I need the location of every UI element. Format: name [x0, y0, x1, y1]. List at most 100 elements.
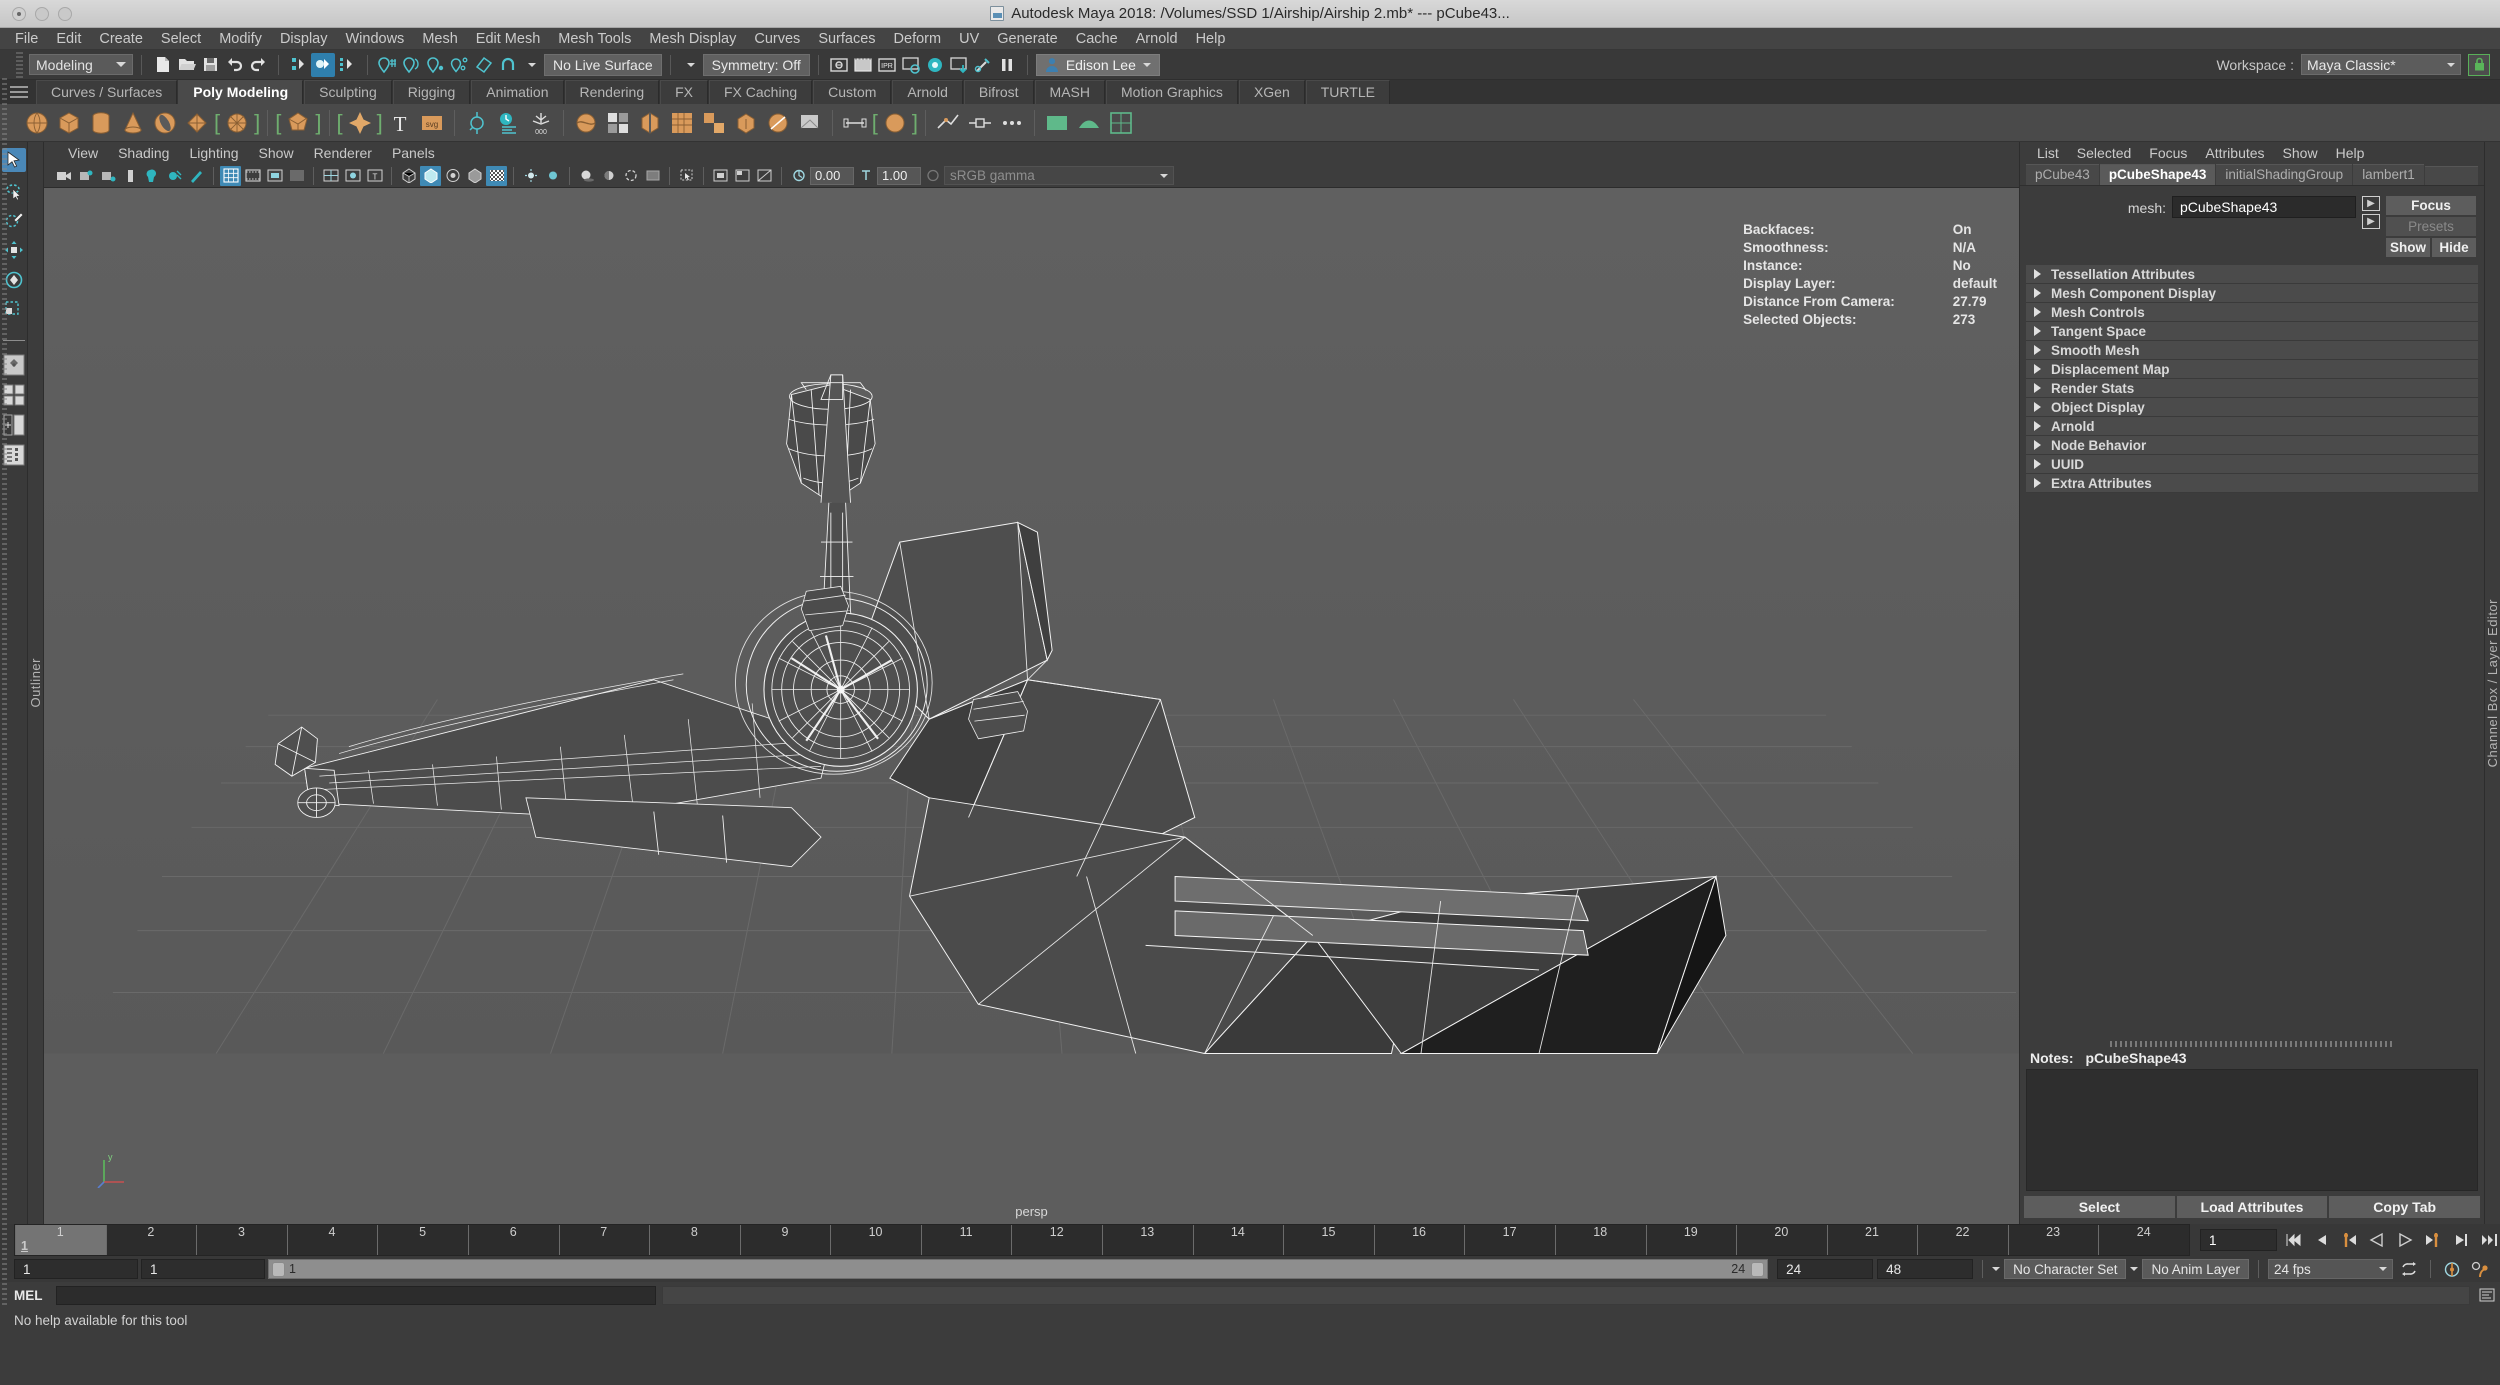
- attribute-section-object-display[interactable]: Object Display: [2026, 398, 2478, 417]
- ae-menu-show[interactable]: Show: [2274, 144, 2327, 162]
- playback-start-field[interactable]: 1: [141, 1259, 265, 1279]
- time-slider[interactable]: 1 1 2 3 4 5 6 7 8 9 10 11 12 13 14 15 16 17 18 19 20 21 22 23 2…: [0, 1224, 2500, 1256]
- playback-controls[interactable]: 1: [2190, 1224, 2500, 1256]
- attribute-section-uuid[interactable]: UUID: [2026, 455, 2478, 474]
- multisample-aa-icon[interactable]: [642, 166, 663, 186]
- shelf-tab-xgen[interactable]: XGen: [1238, 80, 1305, 104]
- step-forward-key-icon[interactable]: [2449, 1229, 2472, 1251]
- ae-copy-tab-button[interactable]: Copy Tab: [2329, 1196, 2481, 1218]
- resolution-gate-icon[interactable]: [264, 166, 285, 186]
- menu-item-select[interactable]: Select: [152, 30, 210, 48]
- current-frame-field[interactable]: 1: [2200, 1229, 2278, 1251]
- measure-tool-icon[interactable]: [840, 108, 870, 138]
- shelf-tab-fx-caching[interactable]: FX Caching: [709, 80, 813, 104]
- select-by-object-icon[interactable]: [311, 52, 335, 77]
- wireframe-shading-icon[interactable]: [398, 166, 419, 186]
- sidebar-tab-channelbox[interactable]: Channel Box / Layer Editor: [2484, 142, 2500, 1224]
- step-back-key-icon[interactable]: [2310, 1229, 2333, 1251]
- gamma-reset-icon[interactable]: [855, 166, 876, 186]
- exposure-reset-icon[interactable]: [788, 166, 809, 186]
- attribute-section-smooth-mesh[interactable]: Smooth Mesh: [2026, 341, 2478, 360]
- uv-layout-icon[interactable]: [1106, 108, 1136, 138]
- menu-item-windows[interactable]: Windows: [336, 30, 413, 48]
- film-gate-icon[interactable]: [242, 166, 263, 186]
- animation-preferences-icon[interactable]: [2468, 1258, 2492, 1280]
- sculpt-tool-icon[interactable]: [462, 108, 492, 138]
- menu-item-modify[interactable]: Modify: [210, 30, 271, 48]
- menu-item-mesh-display[interactable]: Mesh Display: [640, 30, 745, 48]
- render-sequence-icon[interactable]: [971, 53, 995, 77]
- menu-item-generate[interactable]: Generate: [988, 30, 1066, 48]
- time-slider-track[interactable]: 1 1 2 3 4 5 6 7 8 9 10 11 12 13 14 15 16 17 18 19 20 21 22 23 2…: [14, 1224, 2190, 1256]
- ae-tab-pcubeshape43[interactable]: pCubeShape43: [2099, 164, 2216, 185]
- ae-load-attributes-button[interactable]: Load Attributes: [2176, 1196, 2328, 1218]
- viewport-menu-lighting[interactable]: Lighting: [179, 144, 248, 162]
- shelf-tab-motion-graphics[interactable]: Motion Graphics: [1106, 80, 1238, 104]
- gate-mask-icon[interactable]: [286, 166, 307, 186]
- menu-item-mesh[interactable]: Mesh: [413, 30, 466, 48]
- smooth-icon[interactable]: [667, 108, 697, 138]
- hide-button[interactable]: Hide: [2432, 238, 2476, 257]
- smooth-shade-all-icon[interactable]: [420, 165, 441, 186]
- polygon-type-icon[interactable]: T: [385, 108, 415, 138]
- menu-item-deform[interactable]: Deform: [885, 30, 951, 48]
- motion-blur-icon[interactable]: [620, 166, 641, 186]
- shelf-tab-mash[interactable]: MASH: [1034, 80, 1105, 104]
- attribute-section-arnold[interactable]: Arnold: [2026, 417, 2478, 436]
- presets-button[interactable]: Presets: [2386, 217, 2476, 236]
- playback-speed-selector[interactable]: 24 fps: [2268, 1259, 2393, 1279]
- image-plane-icon[interactable]: [120, 166, 141, 186]
- show-button[interactable]: Show: [2386, 238, 2430, 257]
- main-menubar[interactable]: File Edit Create Select Modify Display Windows…: [0, 28, 2500, 50]
- go-to-start-icon[interactable]: [2282, 1229, 2305, 1251]
- next-node-icon[interactable]: ▶: [2362, 214, 2380, 229]
- isolate-select-icon[interactable]: [676, 166, 697, 186]
- menu-item-cache[interactable]: Cache: [1067, 30, 1127, 48]
- ae-tab-pcube43[interactable]: pCube43: [2026, 164, 2099, 185]
- xray-joints-icon[interactable]: [342, 166, 363, 186]
- ambient-occlusion-icon[interactable]: [186, 166, 207, 186]
- step-forward-frame-icon[interactable]: [2421, 1229, 2444, 1251]
- menu-item-mesh-tools[interactable]: Mesh Tools: [549, 30, 640, 48]
- range-left-handle[interactable]: [272, 1261, 285, 1277]
- live-surface-field[interactable]: No Live Surface: [544, 53, 662, 76]
- shelf-tab-animation[interactable]: Animation: [471, 80, 564, 104]
- color-profile-selector[interactable]: sRGB gamma: [944, 166, 1174, 185]
- sidebar-tab-outliner[interactable]: Outliner: [28, 142, 44, 1224]
- xray-display-icon[interactable]: [710, 166, 731, 186]
- polygon-cube-icon[interactable]: [54, 108, 84, 138]
- display-uvs-icon[interactable]: [754, 166, 775, 186]
- time-editor-icon[interactable]: [494, 108, 524, 138]
- color-management-icon[interactable]: [922, 166, 943, 186]
- gamma-field[interactable]: 1.00: [877, 166, 921, 185]
- attribute-section-render-stats[interactable]: Render Stats: [2026, 379, 2478, 398]
- command-output[interactable]: [662, 1285, 2470, 1305]
- step-back-frame-icon[interactable]: [2338, 1229, 2361, 1251]
- bookmark-camera-icon[interactable]: [98, 166, 119, 186]
- range-end-field[interactable]: 48: [1877, 1259, 1974, 1279]
- menu-item-arnold[interactable]: Arnold: [1127, 30, 1187, 48]
- attribute-editor-tabs[interactable]: pCube43 pCubeShape43 initialShadingGroup la…: [2020, 164, 2484, 186]
- chevron-down-icon[interactable]: [686, 62, 695, 67]
- chevron-down-icon[interactable]: [1992, 1267, 2001, 1271]
- extrude-icon[interactable]: [731, 108, 761, 138]
- menu-item-help[interactable]: Help: [1187, 30, 1235, 48]
- attribute-section-mesh-controls[interactable]: Mesh Controls: [2026, 303, 2478, 322]
- shelf-tab-fx[interactable]: FX: [660, 80, 708, 104]
- shelf-tab-bifrost[interactable]: Bifrost: [963, 80, 1034, 104]
- xray-icon[interactable]: [320, 166, 341, 186]
- close-button[interactable]: [12, 6, 26, 21]
- command-input[interactable]: [56, 1285, 656, 1305]
- range-start-field[interactable]: 1: [14, 1259, 138, 1279]
- character-set-field[interactable]: No Character Set: [2004, 1259, 2127, 1279]
- ae-menu-selected[interactable]: Selected: [2068, 144, 2140, 162]
- ae-menu-attributes[interactable]: Attributes: [2196, 144, 2273, 162]
- exposure-field[interactable]: 0.00: [810, 166, 854, 185]
- zoom-button[interactable]: [58, 6, 72, 21]
- notes-textarea[interactable]: [2026, 1069, 2478, 1191]
- combine-icon[interactable]: [603, 108, 633, 138]
- window-controls[interactable]: [12, 6, 72, 21]
- viewport-menu-view[interactable]: View: [58, 144, 108, 162]
- menu-item-display[interactable]: Display: [271, 30, 337, 48]
- symmetry-field[interactable]: Symmetry: Off: [702, 53, 810, 76]
